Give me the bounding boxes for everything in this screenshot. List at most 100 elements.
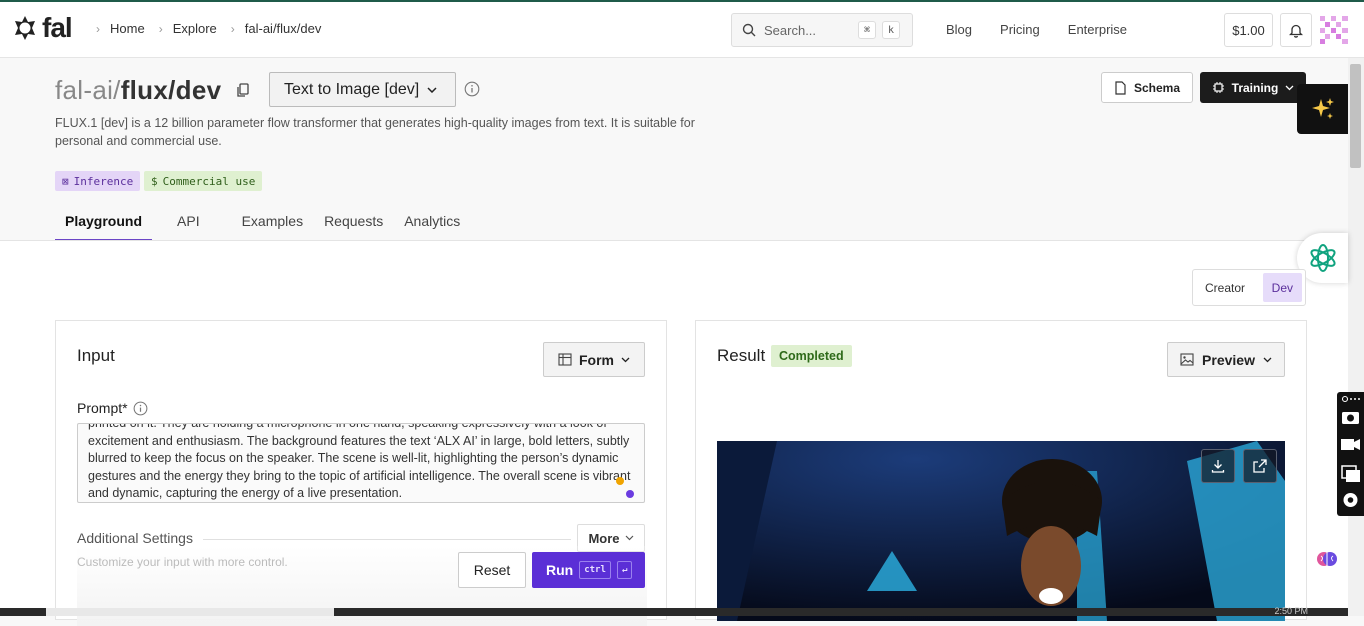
- title-main: flux/dev: [120, 75, 222, 105]
- search-placeholder: Search...: [764, 22, 817, 38]
- prompt-text: printed on it. They are holding a microp…: [88, 423, 631, 501]
- generated-image: [717, 441, 1285, 621]
- preview-select[interactable]: Preview: [1167, 342, 1285, 377]
- commercial-use-badge: $ Commercial use: [144, 171, 263, 191]
- taskbar-window[interactable]: [46, 608, 334, 616]
- taskbar-clock: 2:50 PM: [1274, 606, 1308, 616]
- kbd-enter: ↵: [616, 561, 633, 579]
- image-icon: [1180, 353, 1194, 366]
- breadcrumb-current[interactable]: fal-ai/flux/dev: [245, 21, 322, 36]
- run-label: Run: [546, 562, 574, 578]
- prompt-label: Prompt*: [77, 400, 148, 416]
- mode-toggle: Creator Dev: [1192, 269, 1306, 306]
- chevron-down-icon: [427, 86, 437, 93]
- additional-settings-label: Additional Settings: [77, 530, 193, 546]
- chevron-down-icon: [1263, 357, 1272, 362]
- link-pricing[interactable]: Pricing: [1000, 22, 1040, 37]
- logo-text: fal: [42, 12, 73, 43]
- form-view-select[interactable]: Form: [543, 342, 645, 377]
- link-enterprise[interactable]: Enterprise: [1068, 22, 1127, 37]
- download-button[interactable]: [1201, 449, 1235, 483]
- schema-button[interactable]: Schema: [1101, 72, 1193, 103]
- tab-analytics[interactable]: Analytics: [394, 213, 470, 241]
- info-icon[interactable]: [133, 401, 148, 416]
- fal-logo-icon: [15, 16, 35, 40]
- chevron-down-icon: [625, 535, 633, 541]
- windows-icon[interactable]: [1341, 465, 1360, 482]
- chevron-right-icon: ›: [96, 21, 100, 36]
- open-external-button[interactable]: [1243, 449, 1277, 483]
- chevron-down-icon: [1285, 85, 1294, 90]
- tab-playground[interactable]: Playground: [55, 213, 153, 241]
- mode-creator[interactable]: Creator: [1196, 273, 1254, 302]
- extension-toolbar-icons: [1341, 395, 1361, 507]
- training-button[interactable]: Training: [1200, 72, 1306, 103]
- layout-icon: [558, 353, 572, 366]
- download-icon: [1211, 460, 1225, 473]
- model-type-select[interactable]: Text to Image [dev]: [269, 72, 456, 107]
- result-image[interactable]: [717, 441, 1285, 621]
- tab-requests[interactable]: Requests: [314, 213, 393, 241]
- prompt-textarea[interactable]: printed on it. They are holding a microp…: [77, 423, 645, 503]
- grammar-indicator-orange[interactable]: [616, 477, 624, 485]
- search-input[interactable]: Search... ⌘ k: [731, 13, 913, 47]
- mode-dev[interactable]: Dev: [1262, 273, 1302, 302]
- form-label: Form: [579, 351, 614, 368]
- link-icon[interactable]: [1341, 395, 1361, 403]
- reset-button[interactable]: Reset: [458, 552, 526, 588]
- inference-badge: ⊠ Inference: [55, 171, 141, 191]
- input-panel: Input Form Prompt* printed on it. They a…: [55, 320, 667, 626]
- external-link-icon: [1253, 459, 1267, 473]
- chevron-right-icon: ›: [158, 21, 163, 36]
- breadcrumb-explore[interactable]: Explore: [173, 21, 217, 36]
- chevron-right-icon: ›: [230, 21, 235, 36]
- inference-badge-label: Inference: [73, 174, 134, 188]
- chevron-down-icon: [621, 357, 630, 362]
- video-icon[interactable]: [1341, 439, 1360, 450]
- breadcrumb-home[interactable]: Home: [110, 21, 145, 36]
- page-title: fal-ai/flux/dev: [55, 75, 221, 106]
- camera-icon[interactable]: [1342, 412, 1359, 424]
- brain-extension-icon[interactable]: [1316, 548, 1338, 570]
- tab-api[interactable]: API: [167, 213, 210, 241]
- breadcrumb: › Home › Explore › fal-ai/flux/dev: [96, 21, 335, 36]
- document-icon: [1115, 80, 1126, 95]
- status-badge: Completed: [771, 345, 852, 367]
- grammar-indicator-purple[interactable]: [626, 490, 634, 498]
- sparkle-icon: [1311, 98, 1334, 119]
- input-title: Input: [77, 346, 115, 365]
- top-navbar: fal › Home › Explore › fal-ai/flux/dev S…: [0, 2, 1364, 58]
- prompt-label-text: Prompt*: [77, 400, 128, 416]
- kbd-k: k: [882, 21, 900, 39]
- top-links: Blog Pricing Enterprise: [946, 22, 1155, 37]
- scrollbar-thumb[interactable]: [1350, 64, 1361, 168]
- run-button[interactable]: Run ctrl ↵: [532, 552, 645, 588]
- ai-assistant-button[interactable]: [1297, 84, 1348, 134]
- kbd-ctrl: ctrl: [579, 561, 611, 579]
- link-blog[interactable]: Blog: [946, 22, 972, 37]
- commercial-badge-label: Commercial use: [162, 174, 256, 188]
- preview-label: Preview: [1202, 351, 1255, 368]
- avatar[interactable]: [1320, 16, 1348, 44]
- openai-icon: [1309, 244, 1336, 272]
- tab-examples[interactable]: Examples: [232, 213, 313, 241]
- chip-icon: [1212, 82, 1224, 93]
- bell-icon: [1289, 24, 1303, 38]
- settings-icon[interactable]: [1343, 493, 1358, 507]
- inference-icon: ⊠: [62, 174, 69, 188]
- result-panel: Result Completed Preview: [695, 320, 1307, 621]
- search-icon: [742, 23, 756, 37]
- extension-toolbar: [1337, 392, 1364, 516]
- model-description: FLUX.1 [dev] is a 12 billion parameter f…: [55, 116, 695, 148]
- additional-settings-divider: [203, 539, 571, 540]
- os-taskbar: 2:50 PM: [0, 606, 1348, 616]
- tab-bar: Playground API Examples Requests Analyti…: [55, 213, 470, 241]
- result-title: Result: [717, 346, 766, 365]
- more-label: More: [588, 530, 620, 546]
- balance-button[interactable]: $1.00: [1224, 13, 1273, 47]
- copy-icon[interactable]: [236, 83, 250, 98]
- info-icon[interactable]: [464, 81, 480, 97]
- kbd-cmd: ⌘: [858, 21, 876, 39]
- fal-logo[interactable]: fal: [12, 12, 73, 43]
- notifications-button[interactable]: [1280, 13, 1312, 47]
